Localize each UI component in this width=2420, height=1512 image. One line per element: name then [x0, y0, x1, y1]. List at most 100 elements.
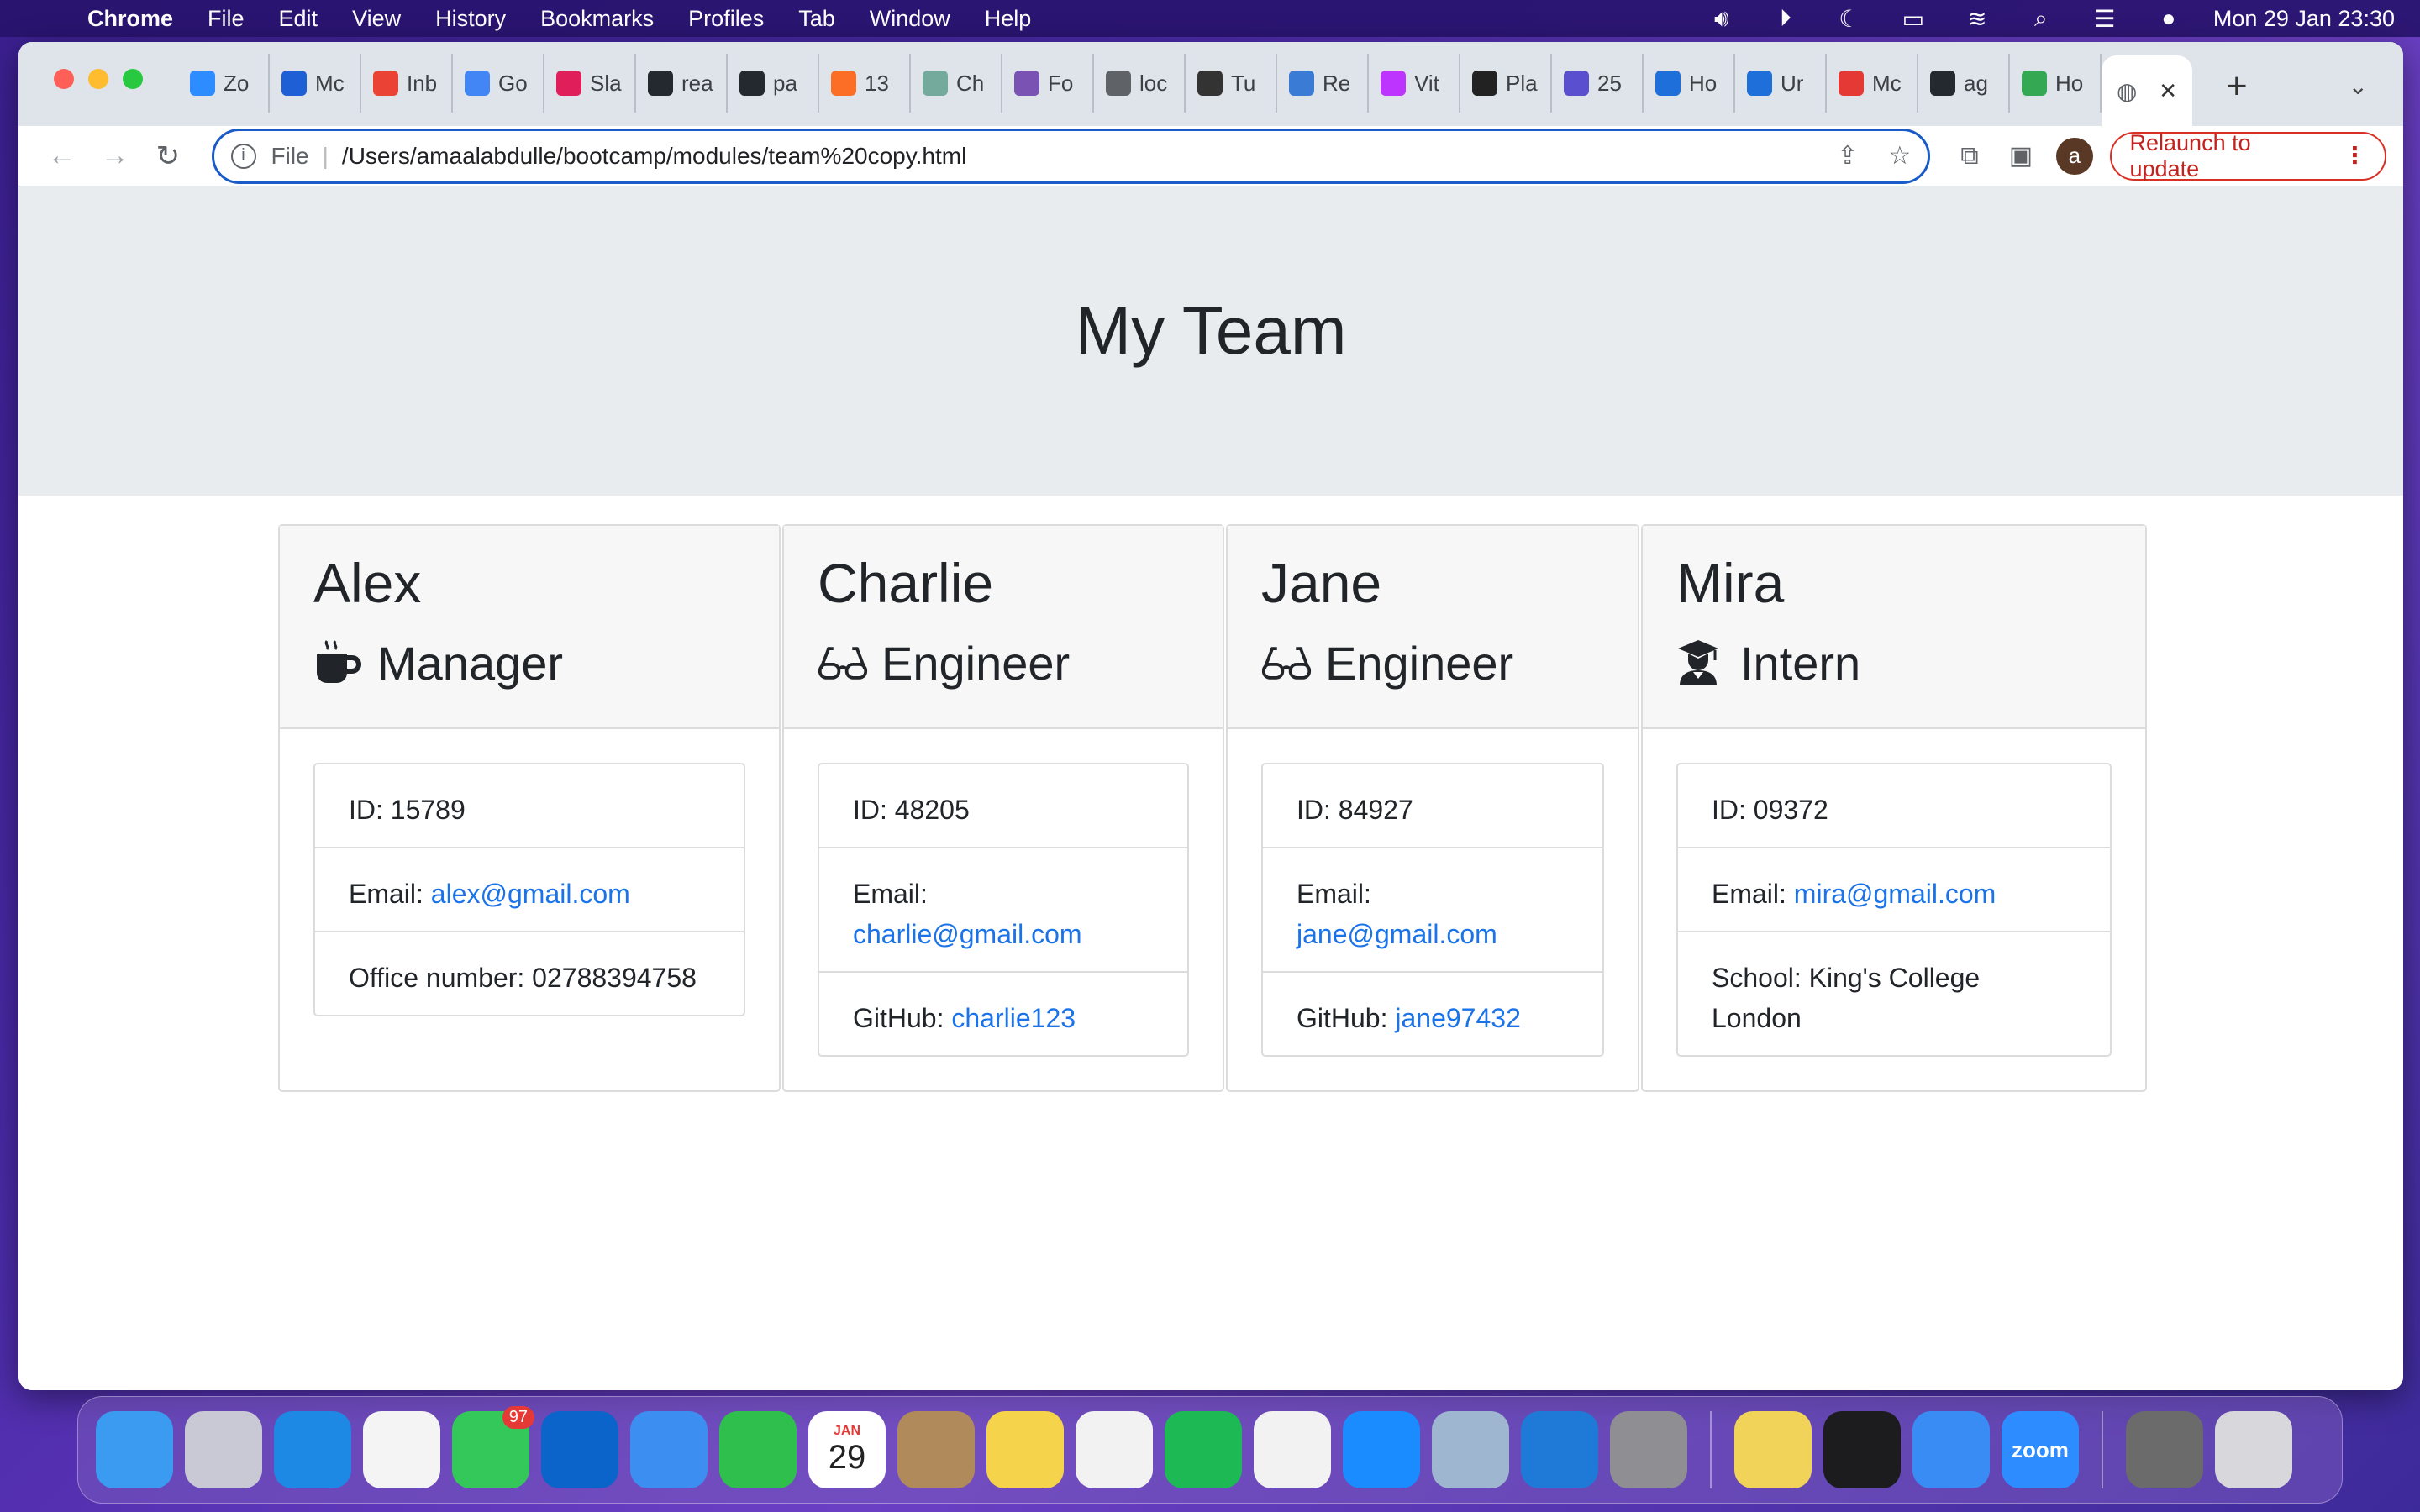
new-tab-button[interactable]: + [2226, 66, 2248, 108]
browser-tab[interactable]: Go [453, 54, 544, 113]
minimize-window-button[interactable] [88, 69, 108, 89]
browser-tab[interactable]: Tu [1186, 54, 1277, 113]
github-link[interactable]: charlie123 [951, 1003, 1076, 1033]
browser-tab[interactable]: loc [1094, 54, 1186, 113]
back-button[interactable]: ← [35, 139, 88, 172]
launchpad-icon[interactable] [185, 1411, 262, 1488]
side-panel-icon[interactable]: ▣ [2009, 141, 2033, 171]
stickies-icon[interactable] [1734, 1411, 1812, 1488]
calendar-icon[interactable]: JAN 29 [808, 1411, 886, 1488]
browser-tab[interactable]: Mc [270, 54, 361, 113]
github-label: GitHub: [853, 1003, 952, 1033]
browser-tab[interactable]: 25 [1552, 54, 1644, 113]
menu-edit[interactable]: Edit [279, 6, 318, 32]
outlook-icon[interactable] [541, 1411, 618, 1488]
search-icon[interactable]: ⌕ [2027, 5, 2055, 33]
wifi-icon[interactable]: ≋ [1963, 5, 1991, 33]
tab-active[interactable]: ◍ ✕ [2102, 55, 2192, 126]
browser-tab[interactable]: Ur [1735, 54, 1827, 113]
glasses-icon [1261, 644, 1312, 681]
spotify-icon[interactable] [1165, 1411, 1242, 1488]
freeform-icon[interactable] [1076, 1411, 1153, 1488]
address-bar[interactable]: i File | /Users/amaalabdulle/bootcamp/mo… [211, 128, 1931, 184]
control-center-icon[interactable]: ☰ [2091, 5, 2119, 33]
browser-tab[interactable]: Re [1277, 54, 1369, 113]
browser-tab[interactable]: Fo [1002, 54, 1094, 113]
employee-role: Engineer [818, 623, 1189, 702]
email-link[interactable]: charlie@gmail.com [853, 919, 1082, 949]
siri-icon[interactable]: ● [2154, 5, 2183, 32]
menu-window[interactable]: Window [870, 6, 950, 32]
email-link[interactable]: jane@gmail.com [1297, 919, 1497, 949]
system-settings-icon[interactable] [1610, 1411, 1687, 1488]
browser-tab[interactable]: pa [728, 54, 819, 113]
tab-label: Inb [407, 70, 438, 96]
close-tab-icon[interactable]: ✕ [2159, 78, 2177, 104]
card-body: ID: 84927 Email: jane@gmail.com GitHub: … [1228, 729, 1638, 1090]
browser-tab[interactable]: Zo [178, 54, 270, 113]
browser-tab[interactable]: Vit [1369, 54, 1460, 113]
preview-icon[interactable] [1432, 1411, 1509, 1488]
browser-tab[interactable]: Ho [2010, 54, 2102, 113]
trash-icon[interactable] [2215, 1411, 2292, 1488]
menu-history[interactable]: History [435, 6, 506, 32]
kebab-menu-icon[interactable]: ⋮ [2344, 143, 2366, 169]
messages-icon[interactable]: 97 [452, 1406, 534, 1488]
appstore-icon[interactable] [1343, 1411, 1420, 1488]
safari-icon[interactable] [274, 1411, 351, 1488]
e-icon [1747, 71, 1772, 96]
terminal-icon[interactable] [1823, 1411, 1901, 1488]
reload-button[interactable]: ↻ [141, 139, 194, 173]
zoom-window-button[interactable] [123, 69, 143, 89]
browser-tab[interactable]: 13 [819, 54, 911, 113]
browser-tab[interactable]: rea [636, 54, 728, 113]
dock-app-label: 29 [828, 1438, 866, 1476]
facetime-icon[interactable] [719, 1411, 797, 1488]
forward-button[interactable]: → [88, 139, 141, 172]
menu-profiles[interactable]: Profiles [688, 6, 764, 32]
github-link[interactable]: jane97432 [1395, 1003, 1520, 1033]
battery-icon[interactable]: ▭ [1899, 5, 1928, 33]
news-icon[interactable] [1254, 1411, 1331, 1488]
profile-avatar[interactable]: a [2056, 137, 2093, 175]
browser-tab[interactable]: Ch [911, 54, 1002, 113]
browser-tab[interactable]: ag [1918, 54, 2010, 113]
bookmark-star-icon[interactable]: ☆ [1888, 141, 1911, 171]
browser-tab[interactable]: Pla [1460, 54, 1552, 113]
finder-icon[interactable] [96, 1411, 173, 1488]
menu-file[interactable]: File [208, 6, 245, 32]
github-icon [1930, 71, 1955, 96]
play-icon[interactable]: ⏵ [1771, 5, 1800, 33]
share-icon[interactable]: ⇪ [1837, 141, 1858, 171]
site-info-icon[interactable]: i [230, 143, 256, 169]
menu-tab[interactable]: Tab [798, 6, 835, 32]
browser-tab[interactable]: Mc [1827, 54, 1918, 113]
menu-clock[interactable]: Mon 29 Jan 23:30 [2213, 6, 2395, 32]
mail-icon[interactable] [630, 1411, 708, 1488]
menu-app-name[interactable]: Chrome [87, 6, 173, 32]
email-link[interactable]: mira@gmail.com [1794, 879, 1996, 909]
browser-tab[interactable]: Sla [544, 54, 636, 113]
url-scheme: File [271, 142, 309, 169]
moon-icon[interactable]: ☾ [1835, 5, 1864, 33]
chrome-icon[interactable] [363, 1411, 440, 1488]
email-link[interactable]: alex@gmail.com [431, 879, 630, 909]
extensions-puzzle-icon[interactable]: ⧉ [1960, 142, 1978, 171]
url-text[interactable]: /Users/amaalabdulle/bootcamp/modules/tea… [342, 143, 966, 170]
square-icon [1472, 71, 1497, 96]
close-window-button[interactable] [54, 69, 74, 89]
relaunch-button[interactable]: Relaunch to update ⋮ [2109, 130, 2387, 181]
vscode-icon[interactable] [1521, 1411, 1598, 1488]
notes-icon[interactable] [986, 1411, 1064, 1488]
browser-tab[interactable]: Ho [1644, 54, 1735, 113]
menu-view[interactable]: View [352, 6, 401, 32]
xcode-icon[interactable] [1912, 1411, 1990, 1488]
menu-help[interactable]: Help [985, 6, 1032, 32]
tab-search-chevron-icon[interactable]: ⌄ [2349, 72, 2368, 100]
downloads-stack-icon[interactable] [2126, 1411, 2203, 1488]
menu-bookmarks[interactable]: Bookmarks [540, 6, 654, 32]
contacts-icon[interactable] [897, 1411, 975, 1488]
browser-tab[interactable]: Inb [361, 54, 453, 113]
volume-icon[interactable]: 🔊︎ [1707, 5, 1736, 33]
zoom-icon[interactable]: zoom [2002, 1411, 2079, 1488]
